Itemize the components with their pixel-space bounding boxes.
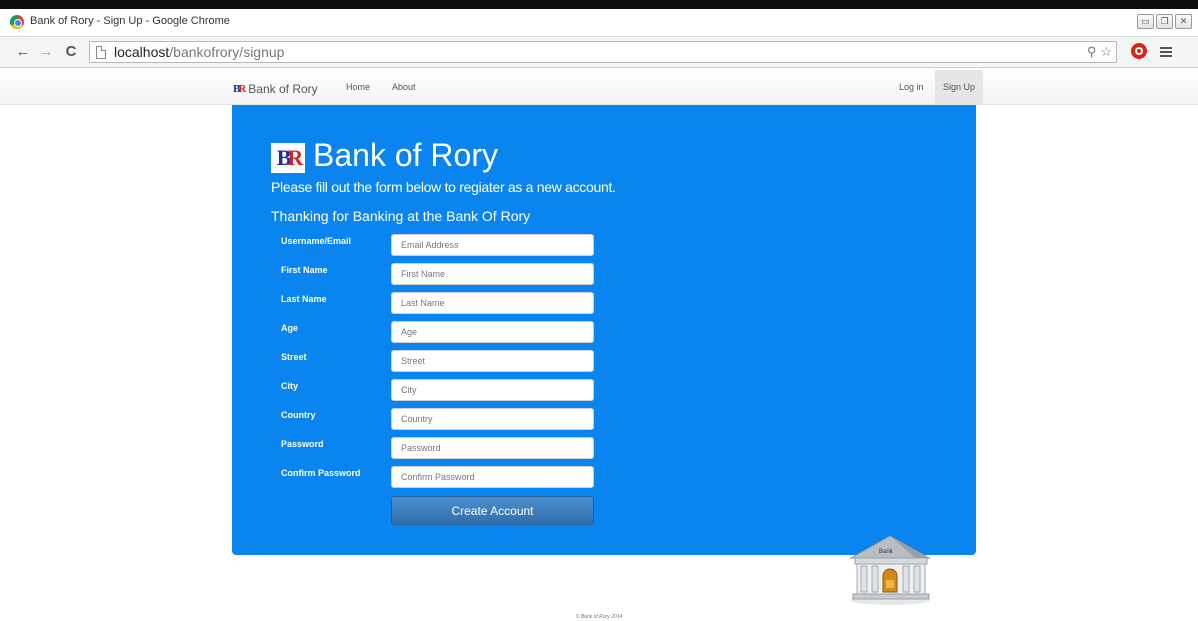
bookmark-star-icon[interactable]: ☆ — [1100, 44, 1112, 60]
age-label: Age — [281, 323, 299, 333]
close-button[interactable]: ✕ — [1175, 14, 1192, 29]
brand-label: Bank of Rory — [248, 82, 318, 96]
nav-signup-link[interactable]: Sign Up — [935, 70, 984, 104]
nav-home-link[interactable]: Home — [346, 82, 370, 92]
last-name-input[interactable] — [391, 292, 594, 314]
username-label: Username/Email — [281, 236, 352, 246]
navbar-brand[interactable]: BR Bank of Rory — [233, 82, 318, 96]
extension-icon[interactable] — [1131, 43, 1147, 59]
country-input[interactable] — [391, 408, 594, 430]
thanks-text: Thanking for Banking at the Bank Of Rory — [271, 208, 531, 224]
confirm-password-label: Confirm Password — [281, 468, 361, 478]
bank-logo-icon: BR — [233, 83, 246, 95]
minimize-button[interactable]: ▭ — [1137, 14, 1154, 29]
window-title: Bank of Rory - Sign Up - Google Chrome — [30, 15, 230, 27]
last-name-label: Last Name — [281, 294, 327, 304]
street-input[interactable] — [391, 350, 594, 372]
password-label: Password — [281, 439, 324, 449]
city-label: City — [281, 381, 299, 391]
create-account-button[interactable]: Create Account — [391, 496, 594, 525]
window-top-edge — [0, 0, 1198, 9]
footer-text: © Bank of Rory 2014 — [575, 614, 623, 620]
bank-logo-large-icon: BR — [271, 143, 305, 173]
country-label: Country — [281, 410, 316, 420]
forward-arrow-icon[interactable]: → — [37, 43, 55, 60]
site-navbar: BR Bank of Rory Home About Log in Sign U… — [0, 70, 1198, 105]
chrome-icon — [10, 15, 24, 29]
intro-text: Please fill out the form below to regiat… — [271, 179, 616, 195]
bank-building-icon: Bank — [849, 535, 931, 605]
browser-title-bar: Bank of Rory - Sign Up - Google Chrome ▭… — [0, 9, 1198, 37]
first-name-label: First Name — [281, 265, 328, 275]
page-icon — [96, 46, 106, 59]
back-arrow-icon[interactable]: ← — [14, 43, 32, 60]
city-input[interactable] — [391, 379, 594, 401]
nav-login-link[interactable]: Log in — [899, 82, 924, 92]
chrome-menu-icon[interactable] — [1160, 47, 1172, 57]
url-input[interactable]: localhost/bankofrory/signup ⚲ ☆ — [89, 41, 1117, 63]
confirm-password-input[interactable] — [391, 466, 594, 488]
restore-button[interactable]: ❐ — [1156, 14, 1173, 29]
address-bar-row: ← → C localhost/bankofrory/signup ⚲ ☆ — [0, 38, 1198, 68]
page-title: Bank of Rory — [313, 137, 498, 173]
zoom-icon[interactable]: ⚲ — [1087, 44, 1097, 60]
password-input[interactable] — [391, 437, 594, 459]
reload-icon[interactable]: C — [62, 43, 80, 60]
nav-about-link[interactable]: About — [392, 82, 416, 92]
first-name-input[interactable] — [391, 263, 594, 285]
age-input[interactable] — [391, 321, 594, 343]
street-label: Street — [281, 352, 307, 362]
username-input[interactable] — [391, 234, 594, 256]
bank-sign: Bank — [879, 549, 894, 555]
url-text: localhost/bankofrory/signup — [114, 44, 285, 60]
